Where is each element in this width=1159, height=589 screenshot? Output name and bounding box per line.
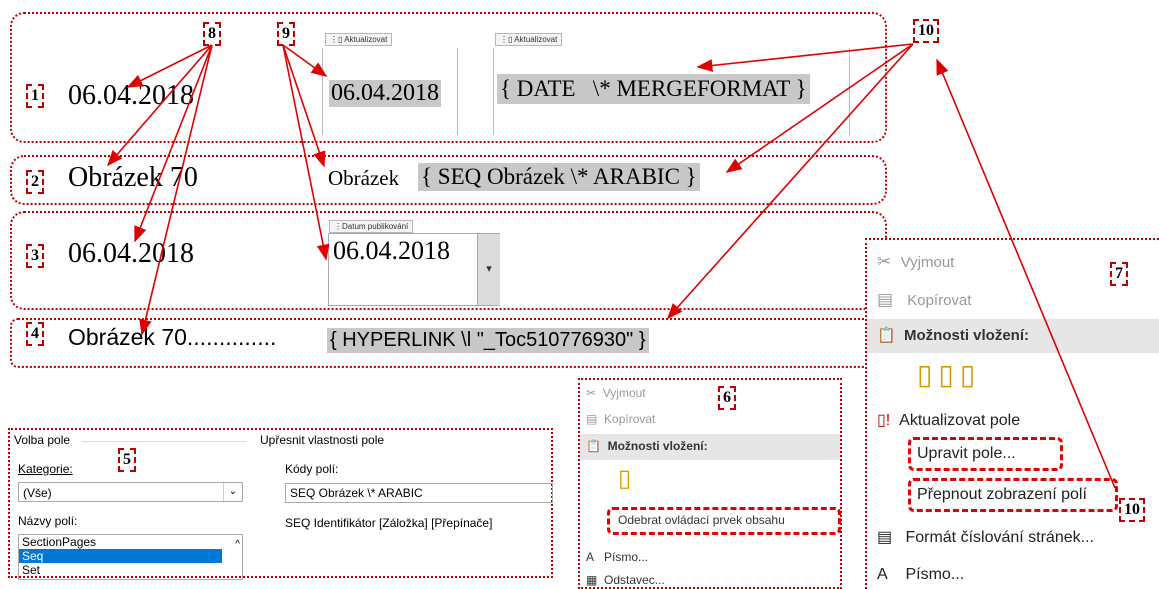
arrow-8-to-row1: [126, 44, 213, 88]
arrow-9-to-row1: [282, 44, 328, 77]
annotation-arrows: [106, 43, 1116, 489]
arrow-8-to-row3: [134, 44, 213, 243]
arrow-10-to-date-code-2: [936, 58, 1116, 489]
arrow-10-to-seq-code: [725, 43, 914, 173]
arrow-8-to-row4: [139, 44, 213, 336]
arrow-8-to-row2: [106, 44, 213, 167]
arrow-10-to-hyperlink-code: [666, 43, 914, 320]
arrow-10-to-date-code: [696, 43, 914, 72]
